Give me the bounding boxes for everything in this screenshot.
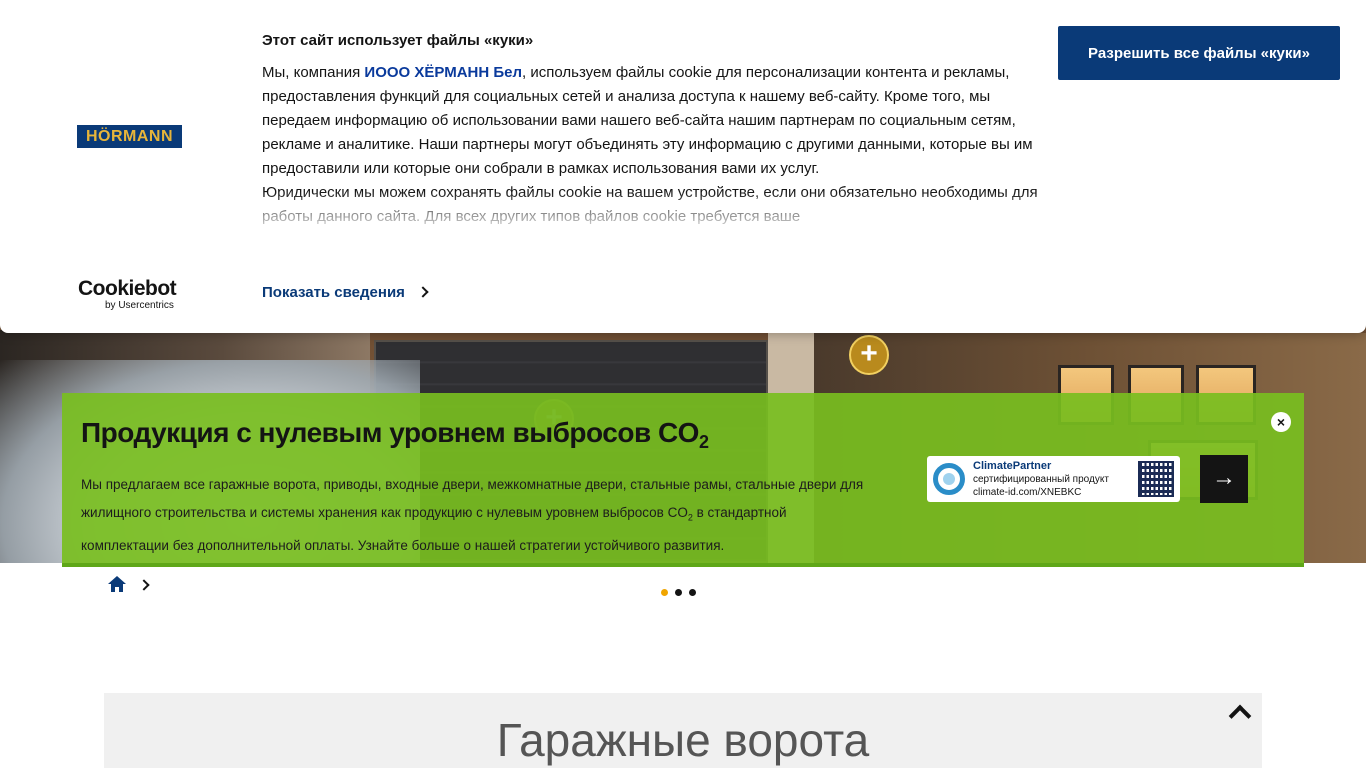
cookie-title: Этот сайт использует файлы «куки» xyxy=(262,32,534,49)
cookie-consent-banner: HÖRMANN Этот сайт использует файлы «куки… xyxy=(0,0,1366,333)
chevron-right-icon xyxy=(417,286,429,298)
hotspot-plus-icon[interactable]: + xyxy=(849,335,889,375)
close-icon[interactable]: × xyxy=(1271,412,1291,432)
hormann-logo: HÖRMANN xyxy=(77,125,182,148)
promo-title: Продукция с нулевым уровнем выбросов CO2 xyxy=(81,417,709,453)
carousel-dot[interactable] xyxy=(689,589,696,596)
allow-all-cookies-button[interactable]: Разрешить все файлы «куки» xyxy=(1058,26,1340,80)
climate-partner-logo-icon xyxy=(933,463,965,495)
cookiebot-name: Cookiebot xyxy=(78,277,177,300)
cookie-description: Мы, компания ИООО ХЁРМАНН Бел, используе… xyxy=(262,61,1042,251)
company-name: ИООО ХЁРМАНН Бел xyxy=(364,64,523,81)
arrow-right-icon[interactable]: → xyxy=(1200,455,1248,503)
home-icon[interactable] xyxy=(108,576,126,593)
cookie-text: Мы, компания xyxy=(262,64,365,81)
qr-code-icon xyxy=(1138,461,1174,497)
promo-title-subscript: 2 xyxy=(698,432,709,452)
climate-partner-badge[interactable]: ClimatePartner сертифицированный продукт… xyxy=(927,456,1180,502)
badge-line-1: ClimatePartner xyxy=(973,459,1052,472)
co2-promo-panel: Продукция с нулевым уровнем выбросов CO2… xyxy=(62,393,1304,567)
section-header: Гаражные ворота xyxy=(104,693,1262,768)
cookiebot-sub: by Usercentrics xyxy=(105,300,174,311)
carousel-dots xyxy=(661,589,696,596)
cookiebot-logo: Cookiebot by Usercentrics xyxy=(78,278,182,312)
text-fade-overlay xyxy=(262,191,1042,251)
show-details-label: Показать сведения xyxy=(262,284,405,301)
section-title: Гаражные ворота xyxy=(496,714,870,766)
chevron-right-icon xyxy=(138,578,150,591)
carousel-dot[interactable] xyxy=(675,589,682,596)
promo-description: Мы предлагаем все гаражные ворота, приво… xyxy=(81,471,871,559)
carousel-dot[interactable] xyxy=(661,589,668,596)
badge-line-3: climate-id.com/XNEBKC xyxy=(973,486,1082,498)
cookie-paragraph: Мы, компания ИООО ХЁРМАНН Бел, используе… xyxy=(262,61,1042,181)
badge-line-2: сертифицированный продукт xyxy=(973,473,1109,485)
show-details-link[interactable]: Показать сведения xyxy=(262,284,429,301)
breadcrumb xyxy=(108,576,150,593)
chevron-up-icon[interactable] xyxy=(1229,702,1249,722)
promo-title-text: Продукция с нулевым уровнем выбросов CO xyxy=(81,417,699,448)
climate-badge-text: ClimatePartner сертифицированный продукт… xyxy=(973,460,1138,499)
